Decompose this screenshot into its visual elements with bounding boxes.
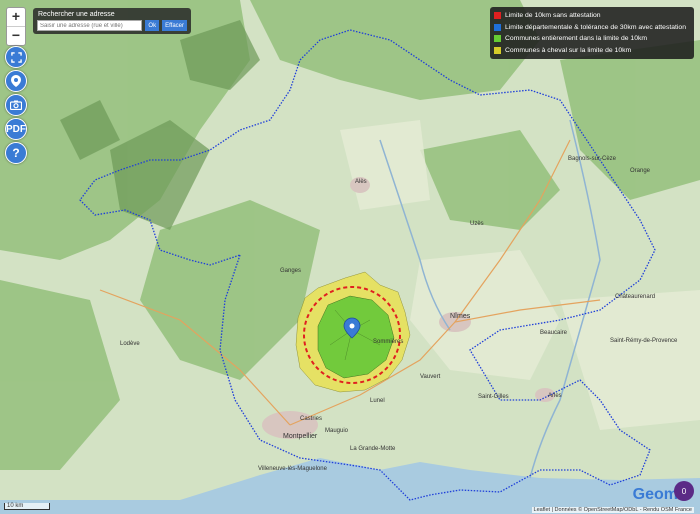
place-label-lodeve: Lodève — [120, 341, 140, 347]
place-label-saint-gilles: Saint-Gilles — [478, 394, 509, 400]
place-label-nimes: Nîmes — [450, 313, 471, 320]
search-ok-button[interactable]: Ok — [145, 20, 160, 31]
address-search-input[interactable] — [37, 20, 143, 31]
place-label-vauvert: Vauvert — [420, 374, 441, 380]
legend-item: Limite départementale & tolérance de 30k… — [494, 22, 690, 34]
place-label-ganges: Ganges — [280, 268, 301, 274]
legend-item: Communes à cheval sur la limite de 10km — [494, 45, 690, 57]
screenshot-button[interactable] — [5, 94, 27, 116]
fullscreen-icon — [10, 51, 22, 63]
place-label-chateaurenard: Châteaurenard — [615, 294, 655, 300]
place-label-grande-motte: La Grande-Motte — [350, 446, 396, 452]
pdf-button[interactable]: PDF — [5, 118, 27, 140]
map-attribution: Leaflet | Données © OpenStreetMap/ODbL -… — [531, 507, 694, 513]
map-legend: Limite de 10km sans attestation Limite d… — [490, 7, 694, 59]
scale-bar: 10 km — [4, 503, 50, 510]
legend-swatch-blue — [494, 23, 501, 31]
place-label-bagnols: Bagnols-sur-Cèze — [568, 156, 617, 162]
locate-button[interactable] — [5, 70, 27, 92]
zoom-control: + − — [6, 7, 26, 46]
map-canvas[interactable]: Montpellier Nîmes Alès Lunel Sommières A… — [0, 0, 700, 514]
place-label-saint-remy: Saint-Rémy-de-Provence — [610, 338, 678, 344]
place-label-villeneuve: Villeneuve-lès-Maguelone — [258, 466, 328, 472]
place-label-mauguio: Mauguio — [325, 428, 349, 434]
place-label-ales: Alès — [355, 179, 367, 185]
help-button[interactable]: ? — [5, 142, 27, 164]
zoom-out-button[interactable]: − — [7, 26, 25, 45]
map-marker-icon — [11, 75, 21, 87]
place-label-beaucaire: Beaucaire — [540, 330, 568, 336]
place-label-sommieres: Sommières — [373, 339, 403, 345]
camera-icon — [10, 100, 22, 110]
address-search-panel: Rechercher une adresse Ok Effacer — [33, 8, 191, 34]
notification-badge[interactable]: 0 — [674, 481, 694, 501]
legend-item: Limite de 10km sans attestation — [494, 10, 690, 22]
place-label-orange: Orange — [630, 168, 651, 174]
place-label-arles: Arles — [548, 393, 562, 399]
place-label-lunel: Lunel — [370, 398, 385, 404]
legend-swatch-red — [494, 12, 501, 20]
legend-item: Communes entièrement dans la limite de 1… — [494, 33, 690, 45]
place-label-uzes: Uzès — [470, 221, 484, 227]
search-clear-button[interactable]: Effacer — [162, 20, 187, 31]
legend-swatch-green — [494, 35, 501, 43]
geom-logo: Geom — [632, 486, 678, 503]
fullscreen-button[interactable] — [5, 46, 27, 68]
search-title: Rechercher une adresse — [38, 11, 115, 18]
place-label-castries: Castries — [300, 416, 322, 422]
place-label-montpellier: Montpellier — [283, 433, 318, 440]
zoom-in-button[interactable]: + — [7, 8, 25, 26]
legend-swatch-yellow — [494, 46, 501, 54]
